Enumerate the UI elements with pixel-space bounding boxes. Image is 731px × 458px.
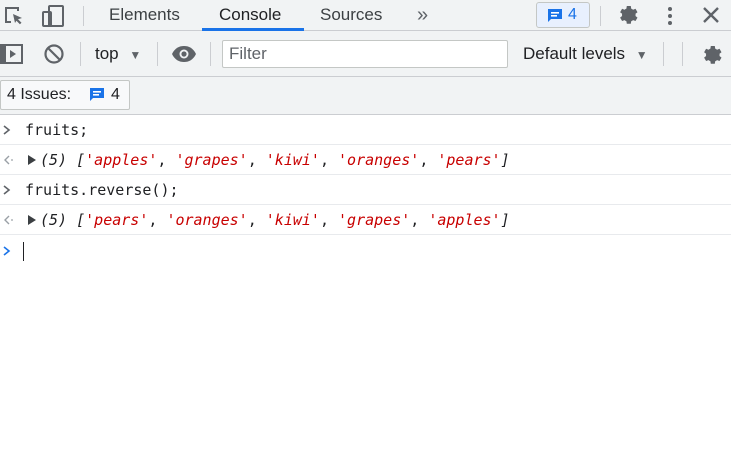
array-item: 'grapes'	[175, 151, 248, 169]
issues-badge-count: 4	[568, 6, 577, 23]
array-preview[interactable]: (5) ['pears', 'oranges', 'kiwi', 'grapes…	[40, 205, 510, 235]
console-input-line: fruits;	[0, 115, 731, 145]
issues-count: 4	[111, 86, 120, 103]
message-icon	[546, 7, 564, 30]
divider	[600, 6, 601, 26]
issues-label: 4 Issues:	[7, 86, 72, 103]
tab-console[interactable]: Console	[219, 0, 281, 30]
issues-bar: 4 Issues: 4	[0, 77, 731, 115]
console-input-line: fruits.reverse();	[0, 175, 731, 205]
clear-console-icon[interactable]	[43, 43, 65, 70]
array-preview[interactable]: (5) ['apples', 'grapes', 'kiwi', 'orange…	[40, 145, 510, 175]
chevron-down-icon: ▼	[129, 48, 142, 62]
inspect-element-icon[interactable]	[2, 4, 26, 33]
console-output-line: (5) ['pears', 'oranges', 'kiwi', 'grapes…	[0, 205, 731, 235]
console-settings-gear-icon[interactable]	[699, 43, 723, 72]
divider	[83, 6, 84, 26]
divider	[663, 42, 664, 66]
console-input-text: fruits;	[25, 121, 89, 139]
sidebar-toggle-icon[interactable]	[0, 42, 24, 71]
tab-elements[interactable]: Elements	[109, 0, 180, 30]
prompt-chevron-icon	[2, 236, 12, 276]
array-item: 'pears'	[85, 211, 149, 229]
console-input-text: fruits.reverse();	[25, 181, 179, 199]
device-toolbar-icon[interactable]	[40, 3, 66, 34]
array-item: 'apples'	[85, 151, 158, 169]
filter-input[interactable]	[222, 40, 508, 68]
log-levels-label: Default levels	[523, 44, 626, 63]
divider	[157, 42, 158, 66]
issues-badge-button[interactable]: 4	[536, 2, 590, 28]
array-length: (5)	[40, 151, 68, 169]
message-icon	[88, 86, 106, 109]
console-toolbar: top ▼ Default levels ▼	[0, 31, 731, 77]
array-item: 'kiwi'	[265, 211, 320, 229]
array-item: 'pears'	[437, 151, 501, 169]
context-selector-label: top	[95, 44, 119, 63]
array-item: 'apples'	[428, 211, 501, 229]
more-options-icon[interactable]	[664, 5, 676, 32]
divider	[80, 42, 81, 66]
array-item: 'oranges'	[338, 151, 420, 169]
array-item: 'grapes'	[338, 211, 411, 229]
tab-sources[interactable]: Sources	[320, 0, 382, 30]
console-prompt-line[interactable]	[0, 236, 731, 266]
array-item: 'kiwi'	[265, 151, 320, 169]
close-icon[interactable]	[701, 5, 721, 30]
chevron-down-icon: ▼	[635, 48, 648, 62]
console-output-line: (5) ['apples', 'grapes', 'kiwi', 'orange…	[0, 145, 731, 175]
context-selector[interactable]: top ▼	[95, 41, 141, 67]
array-length: (5)	[40, 211, 68, 229]
array-item: 'oranges'	[166, 211, 248, 229]
divider	[210, 42, 211, 66]
settings-gear-icon[interactable]	[615, 3, 639, 32]
text-cursor	[23, 242, 24, 261]
divider	[682, 42, 683, 66]
live-expression-eye-icon[interactable]	[171, 43, 197, 70]
more-tabs-button[interactable]: »	[417, 0, 428, 30]
issues-button[interactable]: 4 Issues: 4	[0, 80, 130, 110]
devtools-tab-bar: Elements Console Sources » 4	[0, 0, 731, 31]
log-levels-dropdown[interactable]: Default levels ▼	[523, 41, 648, 67]
